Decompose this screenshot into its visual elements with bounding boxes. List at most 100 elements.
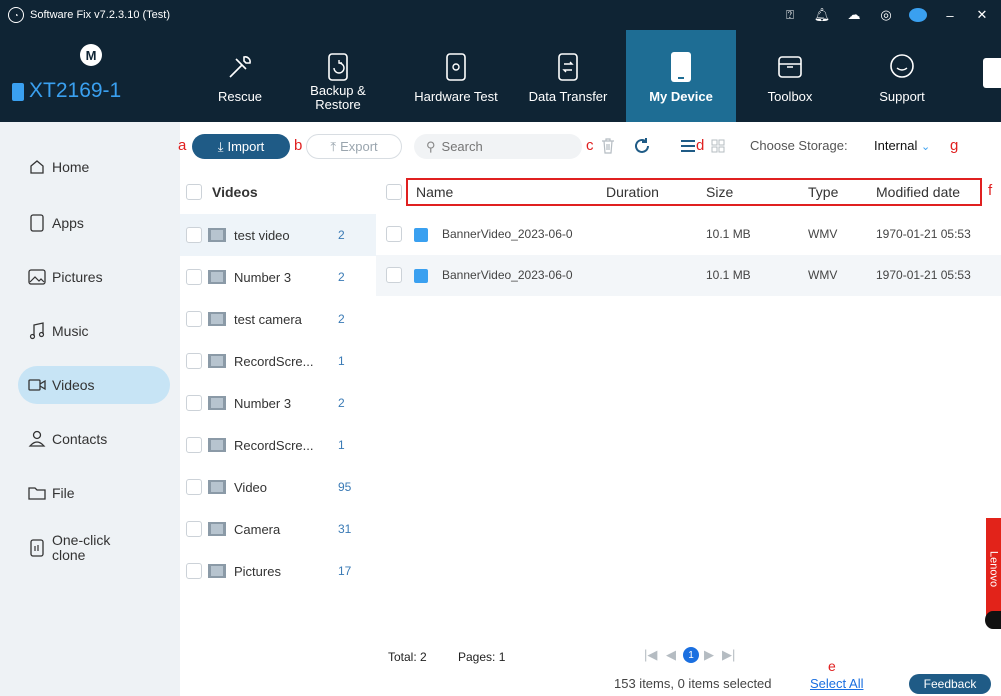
total-count: Total: 2 — [388, 650, 427, 664]
user-avatar[interactable] — [909, 8, 927, 22]
sidebar-item-apps[interactable]: Apps — [18, 204, 170, 242]
select-all-link[interactable]: Select All — [810, 676, 863, 691]
storage-value: Internal — [874, 138, 918, 153]
list-view-icon[interactable] — [678, 136, 698, 156]
search-box[interactable]: ⚲ — [414, 134, 582, 159]
cell-size: 10.1 MB — [706, 268, 751, 282]
feedback-button[interactable]: Feedback — [909, 674, 991, 694]
folder-checkbox[interactable] — [186, 269, 202, 285]
sidebar-item-videos[interactable]: Videos — [18, 366, 170, 404]
folder-count: 95 — [338, 480, 352, 494]
folder-item[interactable]: Video 95 — [180, 466, 376, 508]
data-transfer-icon — [553, 52, 583, 82]
folder-item[interactable]: test video 2 — [180, 214, 376, 256]
tab-my-device[interactable]: My Device — [626, 30, 736, 122]
folder-checkbox[interactable] — [186, 227, 202, 243]
music-icon — [28, 322, 46, 340]
folder-list: Videos test video 2 Number 3 2 test camera… — [180, 172, 376, 642]
folder-checkbox[interactable] — [186, 521, 202, 537]
refresh-icon[interactable] — [632, 136, 652, 156]
sidebar: Home Apps Pictures Music Videos Contacts… — [0, 122, 180, 696]
shield-icon[interactable] — [983, 58, 1001, 88]
cell-size: 10.1 MB — [706, 227, 751, 241]
bell-icon[interactable]: 🔔︎ — [813, 7, 831, 23]
tab-label: Support — [879, 89, 925, 104]
folder-item[interactable]: Camera 31 — [180, 508, 376, 550]
table-row[interactable]: BannerVideo_2023-06-0 10.1 MB WMV 1970-0… — [376, 214, 1001, 255]
sidebar-item-file[interactable]: File — [18, 474, 170, 512]
lenovo-logo: Lenovo — [986, 518, 1001, 620]
sidebar-item-contacts[interactable]: Contacts — [18, 420, 170, 458]
hardware-test-icon — [441, 52, 471, 82]
sidebar-item-music[interactable]: Music — [18, 312, 170, 350]
video-file-icon — [414, 228, 428, 242]
next-page-icon[interactable]: ▶ — [704, 647, 714, 663]
status-bar: 153 items, 0 items selected e Select All… — [180, 658, 1001, 696]
select-all-folders-checkbox[interactable] — [186, 184, 202, 200]
sidebar-item-one-click-clone[interactable]: One-click clone — [18, 526, 170, 570]
backup-restore-icon — [323, 52, 353, 82]
prev-page-icon[interactable]: ◀ — [666, 647, 676, 663]
folder-checkbox[interactable] — [186, 563, 202, 579]
first-page-icon[interactable]: |◀ — [644, 647, 657, 663]
tab-hardware-test[interactable]: Hardware Test — [400, 30, 512, 122]
page-count: Pages: 1 — [458, 650, 506, 664]
current-page-button[interactable]: 1 — [683, 647, 699, 663]
close-button[interactable]: ✕ — [973, 7, 991, 23]
settings-icon[interactable]: ◎ — [877, 7, 895, 23]
folder-item[interactable]: RecordScre... 1 — [180, 340, 376, 382]
folder-name: Pictures — [234, 563, 281, 579]
storage-label: Choose Storage: — [750, 138, 848, 153]
search-input[interactable] — [441, 139, 572, 154]
folder-checkbox[interactable] — [186, 311, 202, 327]
tab-rescue[interactable]: Rescue — [192, 30, 288, 122]
column-header-modified[interactable]: Modified date — [876, 184, 960, 200]
sidebar-item-home[interactable]: Home — [18, 148, 170, 186]
folder-count: 2 — [338, 228, 345, 242]
app-logo-icon: ◔ — [8, 7, 24, 23]
sidebar-item-pictures[interactable]: Pictures — [18, 258, 170, 296]
cloud-download-icon[interactable]: ☁ — [845, 7, 863, 23]
folder-checkbox[interactable] — [186, 353, 202, 369]
grid-view-icon[interactable] — [708, 136, 728, 156]
tab-data-transfer[interactable]: Data Transfer — [512, 30, 624, 122]
film-icon — [208, 564, 226, 578]
annotation-c: c — [586, 137, 594, 154]
column-header-type[interactable]: Type — [808, 184, 838, 200]
table-row[interactable]: BannerVideo_2023-06-0 10.1 MB WMV 1970-0… — [376, 255, 1001, 296]
tab-label: Rescue — [217, 89, 263, 104]
select-all-checkbox[interactable] — [386, 184, 402, 200]
column-header-size[interactable]: Size — [706, 184, 733, 200]
folder-item[interactable]: Pictures 17 — [180, 550, 376, 592]
folder-name: Camera — [234, 521, 281, 537]
device-icon — [12, 83, 24, 101]
tab-support[interactable]: Support — [852, 30, 952, 122]
last-page-icon[interactable]: ▶| — [722, 647, 735, 663]
film-icon — [208, 270, 226, 284]
row-checkbox[interactable] — [386, 267, 402, 283]
cell-type: WMV — [808, 268, 838, 282]
column-header-name[interactable]: Name — [416, 184, 453, 200]
folder-checkbox[interactable] — [186, 437, 202, 453]
import-button[interactable]: ⤓ Import — [192, 134, 290, 159]
folder-item[interactable]: test camera 2 — [180, 298, 376, 340]
tab-toolbox[interactable]: Toolbox — [740, 30, 840, 122]
tab-backup-restore[interactable]: Backup & Restore — [288, 30, 388, 122]
help-icon[interactable]: ⍰ — [781, 7, 799, 23]
folder-item[interactable]: Number 3 2 — [180, 256, 376, 298]
delete-icon[interactable] — [598, 136, 618, 156]
export-button[interactable]: ⤒ Export — [306, 134, 402, 159]
row-checkbox[interactable] — [386, 226, 402, 242]
sidebar-item-label: Home — [52, 159, 90, 175]
storage-select[interactable]: Internal ⌄ — [874, 138, 930, 153]
folder-checkbox[interactable] — [186, 479, 202, 495]
folder-checkbox[interactable] — [186, 395, 202, 411]
folder-item[interactable]: Number 3 2 — [180, 382, 376, 424]
folder-count: 1 — [338, 354, 345, 368]
folder-item[interactable]: RecordScre... 1 — [180, 424, 376, 466]
minimize-button[interactable]: – — [941, 8, 959, 23]
film-icon — [208, 480, 226, 494]
annotation-d: d — [696, 137, 705, 154]
search-icon: ⚲ — [426, 138, 436, 154]
column-header-duration[interactable]: Duration — [606, 184, 659, 200]
